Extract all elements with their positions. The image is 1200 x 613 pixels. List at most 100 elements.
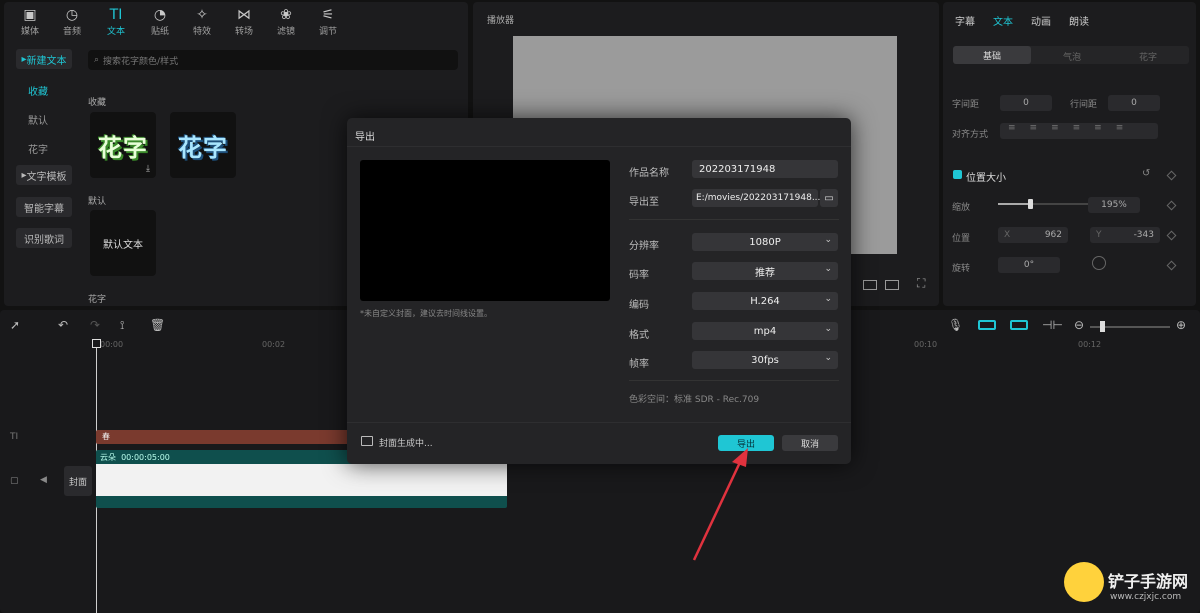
chevron-down-icon: ⌄ bbox=[824, 353, 832, 363]
undo-icon[interactable]: ↶ bbox=[58, 318, 68, 332]
filter-icon: ❀ bbox=[280, 7, 292, 23]
search-input[interactable]: ⌕ 搜索花字颜色/样式 bbox=[88, 50, 458, 70]
subtab-bubble[interactable]: 气泡 bbox=[1063, 50, 1081, 63]
name-input[interactable]: 202203171948 bbox=[692, 160, 838, 178]
transition-icon: ⋈ bbox=[237, 7, 251, 23]
char-spacing-label: 字间距 bbox=[952, 100, 980, 110]
film-icon bbox=[361, 436, 373, 446]
adjust-icon: ⚟ bbox=[321, 7, 335, 23]
format-select[interactable]: mp4 ⌄ bbox=[692, 322, 838, 340]
magnet-main-icon[interactable] bbox=[978, 320, 996, 330]
default-text-card[interactable]: 默认文本 bbox=[90, 210, 156, 276]
codec-select[interactable]: H.264 ⌄ bbox=[692, 292, 838, 310]
track-mute-icon[interactable]: ◀ bbox=[40, 475, 47, 485]
tool-audio[interactable]: ◷ 音频 bbox=[52, 6, 92, 37]
cover-preview[interactable] bbox=[360, 160, 610, 301]
ratio-icon[interactable] bbox=[863, 280, 877, 290]
name-label: 作品名称 bbox=[629, 168, 669, 179]
zoom-slider-thumb[interactable] bbox=[1100, 321, 1105, 332]
position-label: 位置 bbox=[952, 234, 971, 244]
tab-subtitle[interactable]: 字幕 bbox=[955, 13, 975, 28]
preview-axis-icon[interactable]: ⊣⊢ bbox=[1042, 318, 1063, 332]
line-spacing-input[interactable]: 0 bbox=[1108, 95, 1160, 111]
tool-media[interactable]: ▣ 媒体 bbox=[10, 6, 50, 37]
sidebar-default[interactable]: 默认 bbox=[28, 112, 48, 127]
sidebar-recognize-lyrics[interactable]: 识别歌词 bbox=[16, 228, 72, 248]
position-size-checkbox[interactable] bbox=[953, 170, 962, 179]
video-clip-thumbnail bbox=[96, 464, 507, 496]
media-icon: ▣ bbox=[23, 7, 37, 23]
select-tool-icon[interactable]: ➚ bbox=[10, 318, 20, 332]
char-spacing-input[interactable]: 0 bbox=[1000, 95, 1052, 111]
original-icon[interactable] bbox=[885, 280, 899, 290]
tool-text[interactable]: TI 文本 bbox=[96, 6, 136, 37]
tool-filter[interactable]: ❀ 滤镜 bbox=[266, 6, 306, 37]
resolution-label: 分辨率 bbox=[629, 241, 659, 252]
chevron-down-icon: ⌄ bbox=[824, 235, 832, 245]
codec-label: 编码 bbox=[629, 300, 649, 311]
player-title: 播放器 bbox=[487, 16, 515, 26]
scale-slider-thumb[interactable] bbox=[1028, 199, 1033, 209]
subtab-basic[interactable]: 基础 bbox=[953, 46, 1031, 64]
export-dialog-title: 导出 bbox=[355, 132, 375, 143]
section-default-title: 默认 bbox=[88, 197, 107, 207]
scale-slider[interactable] bbox=[998, 199, 1088, 209]
tool-adjust[interactable]: ⚟ 调节 bbox=[308, 6, 348, 37]
section-flower-title: 花字 bbox=[88, 295, 107, 305]
cover-status: 封面生成中... bbox=[379, 439, 433, 449]
framerate-select[interactable]: 30fps ⌄ bbox=[692, 351, 838, 369]
reset-icon[interactable]: ↺ bbox=[1142, 168, 1150, 179]
position-x-input[interactable]: X 962 bbox=[998, 227, 1068, 243]
redo-icon[interactable]: ↷ bbox=[90, 318, 100, 332]
export-path-input[interactable]: E:/movies/202203171948... bbox=[692, 189, 820, 207]
track-visibility-icon[interactable]: ▢ bbox=[10, 476, 19, 486]
bitrate-select[interactable]: 推荐 ⌄ bbox=[692, 262, 838, 280]
cover-button[interactable]: 封面 bbox=[64, 466, 92, 496]
subtab-flower[interactable]: 花字 bbox=[1139, 50, 1157, 63]
effects-icon: ✧ bbox=[196, 7, 208, 23]
split-icon[interactable]: ⟟ bbox=[120, 318, 124, 333]
fullscreen-icon[interactable]: ⛶ bbox=[917, 276, 925, 291]
delete-icon[interactable]: 🗑 bbox=[150, 318, 165, 332]
sidebar-new-text[interactable]: ▸ 新建文本 bbox=[16, 49, 72, 69]
scale-input[interactable]: 195% bbox=[1088, 197, 1140, 213]
sidebar-flower-text[interactable]: 花字 bbox=[28, 141, 48, 156]
ruler-tick-10: 00:10 bbox=[914, 340, 938, 349]
annotation-arrow bbox=[692, 448, 748, 561]
position-size-label: 位置大小 bbox=[966, 173, 1006, 184]
footer-divider bbox=[347, 422, 851, 423]
tool-transition[interactable]: ⋈ 转场 bbox=[224, 6, 264, 37]
zoom-in-icon[interactable]: ⊕ bbox=[1176, 318, 1186, 332]
sidebar-text-template[interactable]: ▸ 文字模板 bbox=[16, 165, 72, 185]
playhead-handle[interactable] bbox=[92, 339, 101, 348]
magnet-link-icon[interactable] bbox=[1010, 320, 1028, 330]
align-label: 对齐方式 bbox=[952, 130, 989, 140]
video-clip-header: 云朵 00:00:05:00 bbox=[100, 453, 170, 462]
flower-text-card-green[interactable]: 花字 ⤓ bbox=[90, 112, 156, 178]
ruler-tick-12: 00:12 bbox=[1078, 340, 1102, 349]
sidebar-smart-subtitle[interactable]: 智能字幕 bbox=[16, 197, 72, 217]
tab-text[interactable]: 文本 bbox=[993, 13, 1013, 28]
rotate-input[interactable]: 0° bbox=[998, 257, 1060, 273]
folder-icon[interactable]: ▭ bbox=[820, 189, 838, 207]
tool-sticker[interactable]: ◔ 贴纸 bbox=[140, 6, 180, 37]
tab-animation[interactable]: 动画 bbox=[1031, 13, 1051, 28]
export-title-divider bbox=[347, 146, 851, 147]
colorspace-divider bbox=[629, 380, 839, 381]
position-y-input[interactable]: Y -343 bbox=[1090, 227, 1160, 243]
flower-text-card-blue[interactable]: 花字 bbox=[170, 112, 236, 178]
tab-read-aloud[interactable]: 朗读 bbox=[1069, 13, 1089, 28]
text-icon: TI bbox=[109, 7, 123, 23]
sidebar-favorites[interactable]: 收藏 bbox=[28, 83, 48, 98]
rotate-dial-icon[interactable] bbox=[1092, 256, 1106, 270]
tool-effects[interactable]: ✧ 特效 bbox=[182, 6, 222, 37]
align-buttons[interactable]: ≡≡≡≡≡≡ bbox=[1000, 123, 1158, 139]
rotate-label: 旋转 bbox=[952, 264, 971, 274]
download-icon[interactable]: ⤓ bbox=[146, 164, 150, 174]
microphone-icon[interactable]: 🎙 bbox=[948, 318, 963, 332]
zoom-out-icon[interactable]: ⊖ bbox=[1074, 318, 1084, 332]
audio-icon: ◷ bbox=[65, 7, 79, 23]
resolution-select[interactable]: 1080P ⌄ bbox=[692, 233, 838, 251]
cancel-button[interactable]: 取消 bbox=[782, 435, 838, 451]
ruler-tick-2: 00:02 bbox=[262, 340, 286, 349]
